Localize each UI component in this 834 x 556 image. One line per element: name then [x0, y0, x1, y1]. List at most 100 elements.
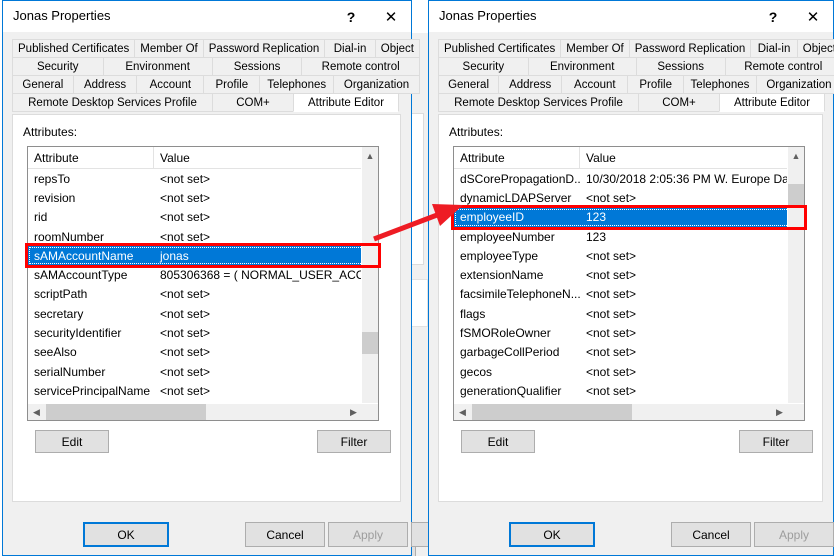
tab-remote-control[interactable]: Remote control [301, 57, 420, 76]
column-header-attribute[interactable]: Attribute [28, 147, 154, 168]
table-row[interactable]: servicePrincipalName<not set> [28, 381, 378, 400]
close-icon[interactable]: ✕ [371, 1, 411, 32]
tab-attribute-editor[interactable]: Attribute Editor [719, 93, 825, 112]
scroll-left-icon[interactable]: ◀ [28, 404, 45, 420]
tab-remote-control[interactable]: Remote control [725, 57, 834, 76]
scroll-up-icon[interactable]: ▲ [362, 147, 378, 164]
tab-object[interactable]: Object [797, 39, 834, 58]
tab-member-of[interactable]: Member Of [134, 39, 203, 58]
tab-password-replication[interactable]: Password Replication [203, 39, 325, 58]
tab-member-of[interactable]: Member Of [560, 39, 629, 58]
tab-account[interactable]: Account [561, 75, 627, 94]
table-row[interactable]: sAMAccountType805306368 = ( NORMAL_USER_… [28, 265, 378, 284]
table-row[interactable]: serialNumber<not set> [28, 362, 378, 381]
ok-button[interactable]: OK [83, 522, 169, 547]
table-row[interactable]: roomNumber<not set> [28, 227, 378, 246]
table-row[interactable]: fSMORoleOwner<not set> [454, 323, 804, 342]
scroll-right-icon[interactable]: ▶ [345, 404, 362, 420]
properties-dialog-right[interactable]: Jonas Properties?✕ Published Certificates… [428, 0, 834, 556]
help-icon[interactable]: ? [331, 1, 371, 32]
ok-button[interactable]: OK [509, 522, 595, 547]
attributes-listview[interactable]: AttributeValuedSCorePropagationD...10/30… [453, 146, 805, 421]
table-row[interactable]: givenNameJonas [454, 420, 804, 421]
cancel-button[interactable]: Cancel [671, 522, 751, 547]
tab-address[interactable]: Address [73, 75, 137, 94]
tab-security[interactable]: Security [12, 57, 103, 76]
tab-object[interactable]: Object [375, 39, 420, 58]
horizontal-scrollbar-thumb[interactable] [472, 404, 632, 420]
tab-published-certificates[interactable]: Published Certificates [12, 39, 134, 58]
edit-button[interactable]: Edit [461, 430, 535, 453]
table-row[interactable]: sAMAccountNamejonas [28, 246, 378, 265]
table-row[interactable]: securityIdentifier<not set> [28, 323, 378, 342]
scroll-up-icon[interactable]: ▲ [788, 147, 804, 164]
edit-button[interactable]: Edit [35, 430, 109, 453]
table-row[interactable]: scriptPath<not set> [28, 285, 378, 304]
tab-com[interactable]: COM+ [638, 93, 719, 112]
tab-dial-in[interactable]: Dial-in [324, 39, 374, 58]
table-row[interactable]: seeAlso<not set> [28, 343, 378, 362]
tab-telephones[interactable]: Telephones [683, 75, 756, 94]
tab-general[interactable]: General [438, 75, 498, 94]
table-row[interactable]: dSCorePropagationD...10/30/2018 2:05:36 … [454, 169, 804, 188]
tab-dial-in[interactable]: Dial-in [750, 39, 796, 58]
table-row[interactable]: generationQualifier<not set> [454, 381, 804, 400]
horizontal-scrollbar[interactable]: ◀▶ [454, 403, 804, 420]
tab-address[interactable]: Address [498, 75, 561, 94]
vertical-scrollbar[interactable]: ▲▼ [361, 147, 378, 420]
close-icon[interactable]: ✕ [793, 1, 833, 32]
tab-profile[interactable]: Profile [203, 75, 259, 94]
table-row[interactable]: dynamicLDAPServer<not set> [454, 188, 804, 207]
vertical-scrollbar[interactable]: ▲▼ [787, 147, 804, 420]
tab-attribute-editor[interactable]: Attribute Editor [293, 93, 399, 112]
tab-sessions[interactable]: Sessions [212, 57, 302, 76]
tab-environment[interactable]: Environment [528, 57, 636, 76]
table-row[interactable]: repsTo<not set> [28, 169, 378, 188]
tab-telephones[interactable]: Telephones [259, 75, 333, 94]
help-icon[interactable]: ? [753, 1, 793, 32]
table-row[interactable]: flags<not set> [454, 304, 804, 323]
tab-remote-desktop-services-profile[interactable]: Remote Desktop Services Profile [12, 93, 212, 112]
cancel-button[interactable]: Cancel [245, 522, 325, 547]
scroll-left-icon[interactable]: ◀ [454, 404, 471, 420]
table-row[interactable]: revision<not set> [28, 188, 378, 207]
table-row[interactable]: secretary<not set> [28, 304, 378, 323]
table-row[interactable]: employeeType<not set> [454, 246, 804, 265]
tab-profile[interactable]: Profile [627, 75, 683, 94]
table-row[interactable]: employeeID123 [454, 208, 804, 227]
horizontal-scrollbar[interactable]: ◀▶ [28, 403, 378, 420]
table-row[interactable]: garbageCollPeriod<not set> [454, 343, 804, 362]
tab-published-certificates[interactable]: Published Certificates [438, 39, 560, 58]
apply-button[interactable]: Apply [754, 522, 834, 547]
tab-environment[interactable]: Environment [103, 57, 212, 76]
tab-password-replication[interactable]: Password Replication [629, 39, 751, 58]
tab-com[interactable]: COM+ [212, 93, 293, 112]
filter-button[interactable]: Filter [739, 430, 813, 453]
horizontal-scrollbar-thumb[interactable] [46, 404, 206, 420]
apply-button[interactable]: Apply [328, 522, 408, 547]
table-row[interactable]: gecos<not set> [454, 362, 804, 381]
table-row[interactable]: shadowFlag<not set> [28, 420, 378, 421]
column-header-attribute[interactable]: Attribute [454, 147, 580, 168]
tab-organization[interactable]: Organization [756, 75, 834, 94]
scroll-right-icon[interactable]: ▶ [771, 404, 788, 420]
filter-button[interactable]: Filter [317, 430, 391, 453]
table-row[interactable]: facsimileTelephoneN...<not set> [454, 285, 804, 304]
titlebar[interactable]: Jonas Properties?✕ [3, 1, 411, 32]
attributes-listview[interactable]: AttributeValuerepsTo<not set>revision<no… [27, 146, 379, 421]
tab-organization[interactable]: Organization [333, 75, 420, 94]
titlebar[interactable]: Jonas Properties?✕ [429, 1, 833, 32]
tab-account[interactable]: Account [136, 75, 203, 94]
vertical-scrollbar-thumb[interactable] [788, 184, 804, 206]
table-row[interactable]: rid<not set> [28, 208, 378, 227]
tab-remote-desktop-services-profile[interactable]: Remote Desktop Services Profile [438, 93, 638, 112]
table-row[interactable]: extensionName<not set> [454, 265, 804, 284]
tab-general[interactable]: General [12, 75, 73, 94]
properties-dialog-left[interactable]: Jonas Properties?✕ Published Certificates… [2, 0, 412, 556]
tab-sessions[interactable]: Sessions [636, 57, 725, 76]
tab-security[interactable]: Security [438, 57, 528, 76]
column-header-value[interactable]: Value [580, 147, 804, 168]
table-row[interactable]: employeeNumber123 [454, 227, 804, 246]
vertical-scrollbar-thumb[interactable] [362, 332, 378, 354]
column-header-value[interactable]: Value [154, 147, 378, 168]
